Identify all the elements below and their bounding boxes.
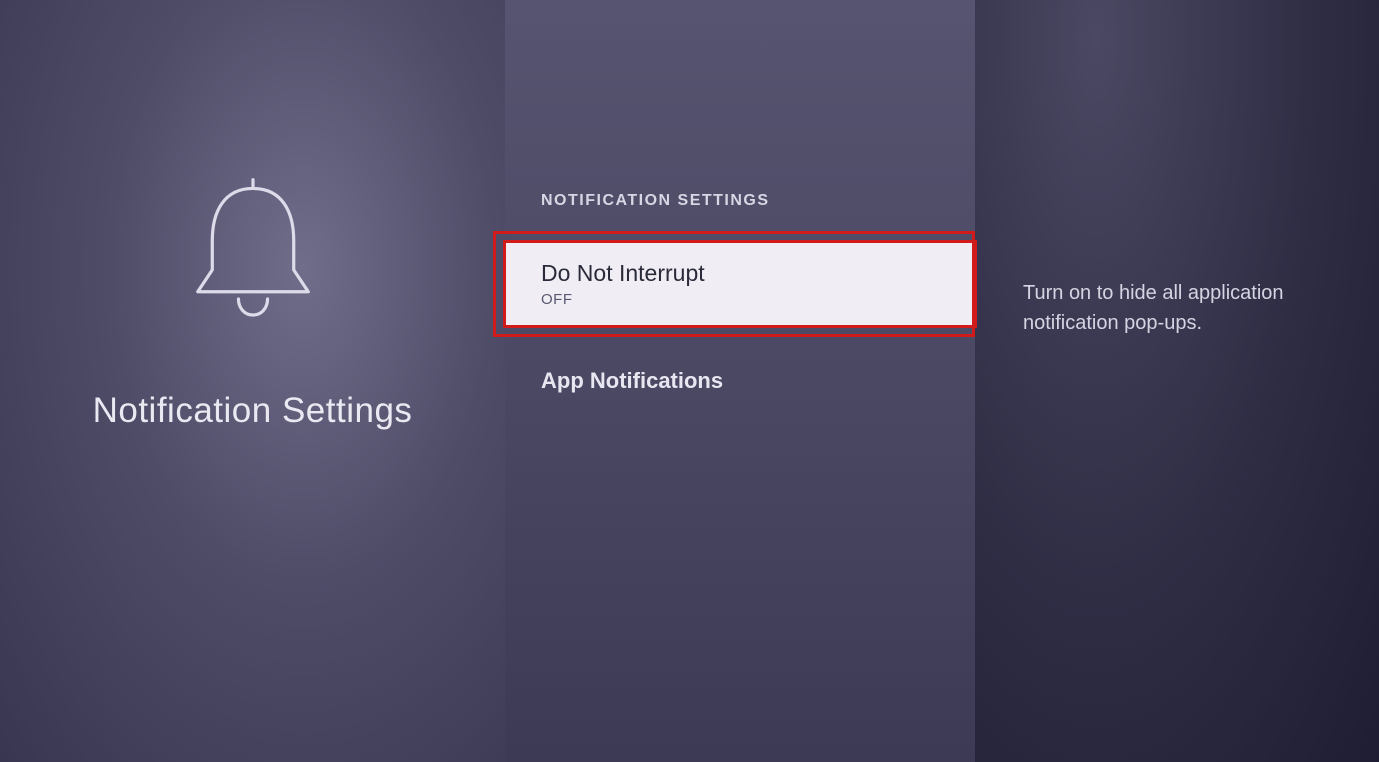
menu-item-title: App Notifications — [541, 368, 939, 394]
menu-item-do-not-interrupt[interactable]: Do Not Interrupt OFF — [505, 242, 975, 326]
menu-item-app-notifications[interactable]: App Notifications — [505, 354, 975, 408]
bell-icon — [178, 171, 328, 336]
item-description: Turn on to hide all application notifica… — [1023, 278, 1339, 338]
description-panel: Turn on to hide all application notifica… — [975, 0, 1379, 762]
menu-item-title: Do Not Interrupt — [541, 260, 939, 287]
section-header: NOTIFICATION SETTINGS — [505, 192, 975, 210]
menu-item-status: OFF — [541, 291, 939, 308]
settings-list-panel: NOTIFICATION SETTINGS Do Not Interrupt O… — [505, 0, 975, 762]
page-title: Notification Settings — [93, 391, 413, 431]
left-panel: Notification Settings — [0, 0, 505, 762]
